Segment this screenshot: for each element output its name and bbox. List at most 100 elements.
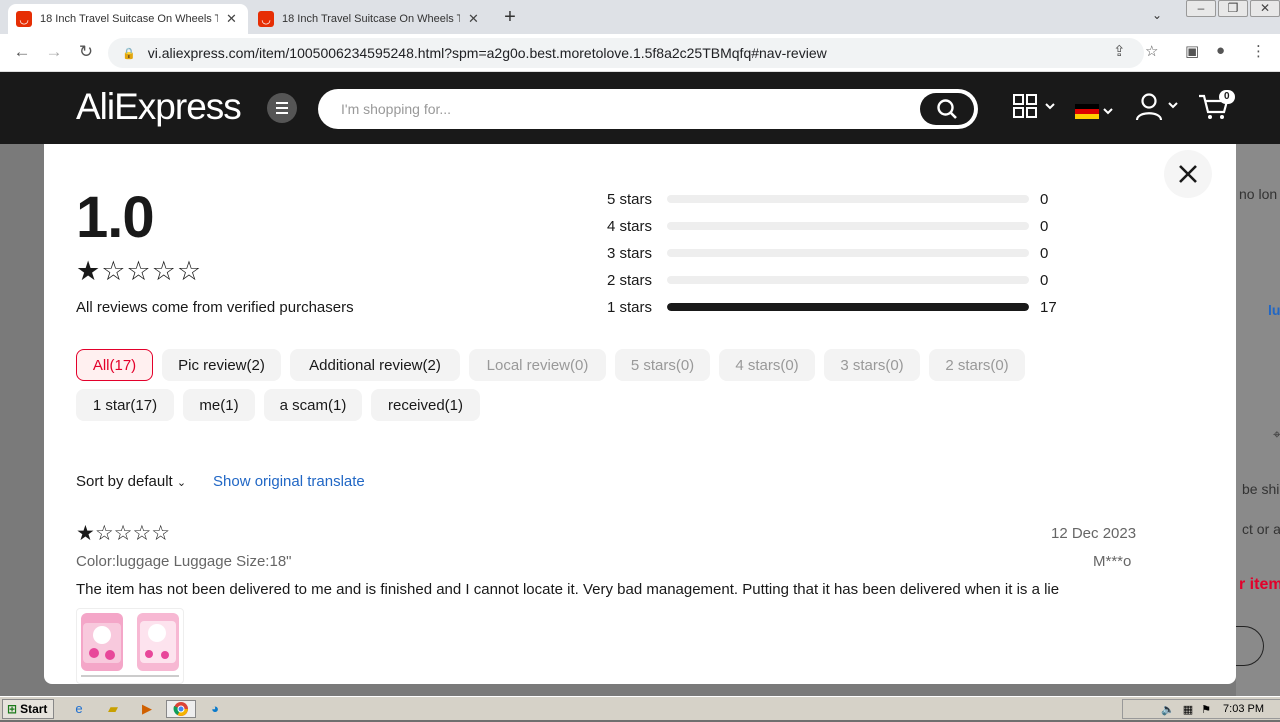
tab-title: 18 Inch Travel Suitcase On Wheels Tr bbox=[282, 13, 460, 25]
category-menu-button[interactable] bbox=[267, 93, 297, 123]
filter-chip-3-stars[interactable]: 3 stars(0) bbox=[824, 349, 920, 381]
lock-icon: 🔒 bbox=[122, 47, 136, 60]
browser-tab-1[interactable]: ◡ 18 Inch Travel Suitcase On Wheels Tr ✕ bbox=[8, 4, 248, 34]
rating-bar bbox=[667, 222, 1029, 230]
tab-search-chevron-icon[interactable]: ⌄ bbox=[1152, 8, 1162, 22]
clock: 7:03 PM bbox=[1223, 703, 1264, 715]
close-tab-icon[interactable]: ✕ bbox=[468, 11, 479, 27]
aliexpress-favicon-icon: ◡ bbox=[16, 11, 32, 27]
filter-chip-a-scam[interactable]: a scam(1) bbox=[264, 389, 362, 421]
rating-label: 4 stars bbox=[607, 217, 653, 235]
network-icon[interactable]: ▦ bbox=[1183, 703, 1193, 716]
menu-dots-icon[interactable]: ⋮ bbox=[1251, 42, 1266, 60]
edge-icon[interactable]: ◕ bbox=[206, 700, 224, 718]
rating-bar bbox=[667, 195, 1029, 203]
back-arrow-icon[interactable]: ← bbox=[11, 42, 33, 62]
window-controls: – ❐ ✕ bbox=[1184, 0, 1280, 20]
search-button[interactable] bbox=[920, 93, 974, 125]
close-icon bbox=[1179, 165, 1197, 183]
filter-chip-2-stars[interactable]: 2 stars(0) bbox=[929, 349, 1025, 381]
reload-icon[interactable]: ↻ bbox=[75, 42, 97, 62]
review-date: 12 Dec 2023 bbox=[1051, 525, 1137, 542]
review-text: The item has not been delivered to me an… bbox=[76, 581, 1060, 598]
rating-count: 0 bbox=[1040, 271, 1049, 289]
filter-chip-all[interactable]: All(17) bbox=[76, 349, 153, 381]
filter-chip-local-review[interactable]: Local review(0) bbox=[469, 349, 606, 381]
search-box bbox=[318, 89, 978, 129]
close-modal-button[interactable] bbox=[1164, 150, 1212, 198]
filter-chip-additional-review[interactable]: Additional review(2) bbox=[290, 349, 460, 381]
filter-chip-pic-review[interactable]: Pic review(2) bbox=[162, 349, 281, 381]
search-input[interactable] bbox=[341, 101, 901, 117]
sort-dropdown[interactable]: Sort by default ⌄ bbox=[76, 473, 186, 490]
review-username: M***o bbox=[1093, 553, 1132, 570]
rating-label: 2 stars bbox=[607, 271, 653, 289]
start-button[interactable]: ⊞ Start bbox=[2, 699, 54, 719]
bg-text: ct or a bbox=[1242, 521, 1280, 537]
restore-button[interactable]: ❐ bbox=[1218, 0, 1248, 17]
browser-tab-2[interactable]: ◡ 18 Inch Travel Suitcase On Wheels Tr ✕ bbox=[250, 4, 490, 34]
location-icon: ⌖ bbox=[1273, 426, 1280, 442]
side-panel-icon[interactable]: ▣ bbox=[1185, 42, 1199, 60]
filter-chip-1-star[interactable]: 1 star(17) bbox=[76, 389, 174, 421]
system-tray: 🔈 ▦ ⚑ 7:03 PM bbox=[1122, 699, 1280, 719]
rating-count: 0 bbox=[1040, 244, 1049, 262]
qr-code-icon[interactable] bbox=[1013, 94, 1057, 126]
bg-text: r item bbox=[1239, 576, 1280, 593]
filter-chip-me[interactable]: me(1) bbox=[183, 389, 255, 421]
rating-bar bbox=[667, 276, 1029, 284]
browser-toolbar: ← → ↻ 🔒 vi.aliexpress.com/item/100500623… bbox=[0, 34, 1280, 72]
minimize-button[interactable]: – bbox=[1186, 0, 1216, 17]
filter-chip-5-stars[interactable]: 5 stars(0) bbox=[615, 349, 710, 381]
anyrun-watermark: ANY RUN bbox=[1038, 611, 1235, 663]
review-stars: ★☆☆☆☆ bbox=[76, 522, 171, 545]
close-window-button[interactable]: ✕ bbox=[1250, 0, 1280, 17]
rating-stars: ★☆☆☆☆ bbox=[76, 256, 203, 286]
profile-icon[interactable]: ● bbox=[1216, 42, 1225, 59]
rating-row-5: 5 stars 0 bbox=[607, 189, 1048, 209]
share-icon[interactable]: ⇪ bbox=[1113, 42, 1126, 60]
search-icon bbox=[937, 99, 957, 119]
rating-count: 17 bbox=[1040, 298, 1057, 316]
windows-logo-icon: ⊞ bbox=[7, 702, 18, 716]
rating-label: 5 stars bbox=[607, 190, 653, 208]
bookmark-star-icon[interactable]: ☆ bbox=[1145, 42, 1158, 60]
tab-title: 18 Inch Travel Suitcase On Wheels Tr bbox=[40, 13, 218, 25]
os-taskbar: ⊞ Start e ▰ ▶ ◕ 🔈 ▦ ⚑ 7:03 PM bbox=[0, 696, 1280, 720]
cart-count-badge: 0 bbox=[1219, 90, 1235, 104]
filter-chip-received[interactable]: received(1) bbox=[371, 389, 480, 421]
rating-bar-fill bbox=[667, 303, 1029, 311]
suitcase-photo bbox=[81, 613, 179, 677]
rating-row-2: 2 stars 0 bbox=[607, 270, 1048, 290]
aliexpress-logo[interactable]: AliExpress bbox=[76, 86, 242, 128]
folder-icon[interactable]: ▰ bbox=[104, 700, 122, 718]
average-rating: 1.0 bbox=[76, 185, 155, 250]
germany-flag-icon[interactable] bbox=[1075, 100, 1115, 126]
background-page-edge: no lon lu ⌖ be ship ct or a r item bbox=[1224, 144, 1280, 696]
sort-label: Sort by default bbox=[76, 473, 173, 490]
flag-icon[interactable]: ⚑ bbox=[1201, 703, 1211, 716]
url-text: vi.aliexpress.com/item/1005006234595248.… bbox=[147, 45, 827, 61]
volume-icon[interactable]: 🔈 bbox=[1161, 703, 1175, 716]
aliexpress-favicon-icon: ◡ bbox=[258, 11, 274, 27]
new-tab-button[interactable]: + bbox=[500, 6, 520, 29]
forward-arrow-icon[interactable]: → bbox=[43, 42, 65, 62]
start-label: Start bbox=[20, 702, 48, 716]
show-original-link[interactable]: Show original translate bbox=[213, 473, 365, 490]
browser-tab-bar: ◡ 18 Inch Travel Suitcase On Wheels Tr ✕… bbox=[0, 0, 1280, 34]
address-bar[interactable]: 🔒 vi.aliexpress.com/item/100500623459524… bbox=[108, 38, 1144, 68]
bg-text: lu bbox=[1268, 302, 1280, 318]
rating-label: 3 stars bbox=[607, 244, 653, 262]
filter-chip-4-stars[interactable]: 4 stars(0) bbox=[719, 349, 815, 381]
chrome-icon[interactable] bbox=[166, 700, 196, 718]
rating-label: 1 stars bbox=[607, 298, 653, 316]
chevron-down-icon: ⌄ bbox=[176, 477, 187, 489]
rating-bar bbox=[667, 303, 1029, 311]
ie-icon[interactable]: e bbox=[70, 700, 88, 718]
close-tab-icon[interactable]: ✕ bbox=[226, 11, 237, 27]
review-photo[interactable] bbox=[76, 608, 184, 684]
rating-count: 0 bbox=[1040, 190, 1049, 208]
rating-row-1: 1 stars 17 bbox=[607, 297, 1057, 317]
account-icon[interactable] bbox=[1135, 93, 1181, 127]
media-player-icon[interactable]: ▶ bbox=[138, 700, 156, 718]
